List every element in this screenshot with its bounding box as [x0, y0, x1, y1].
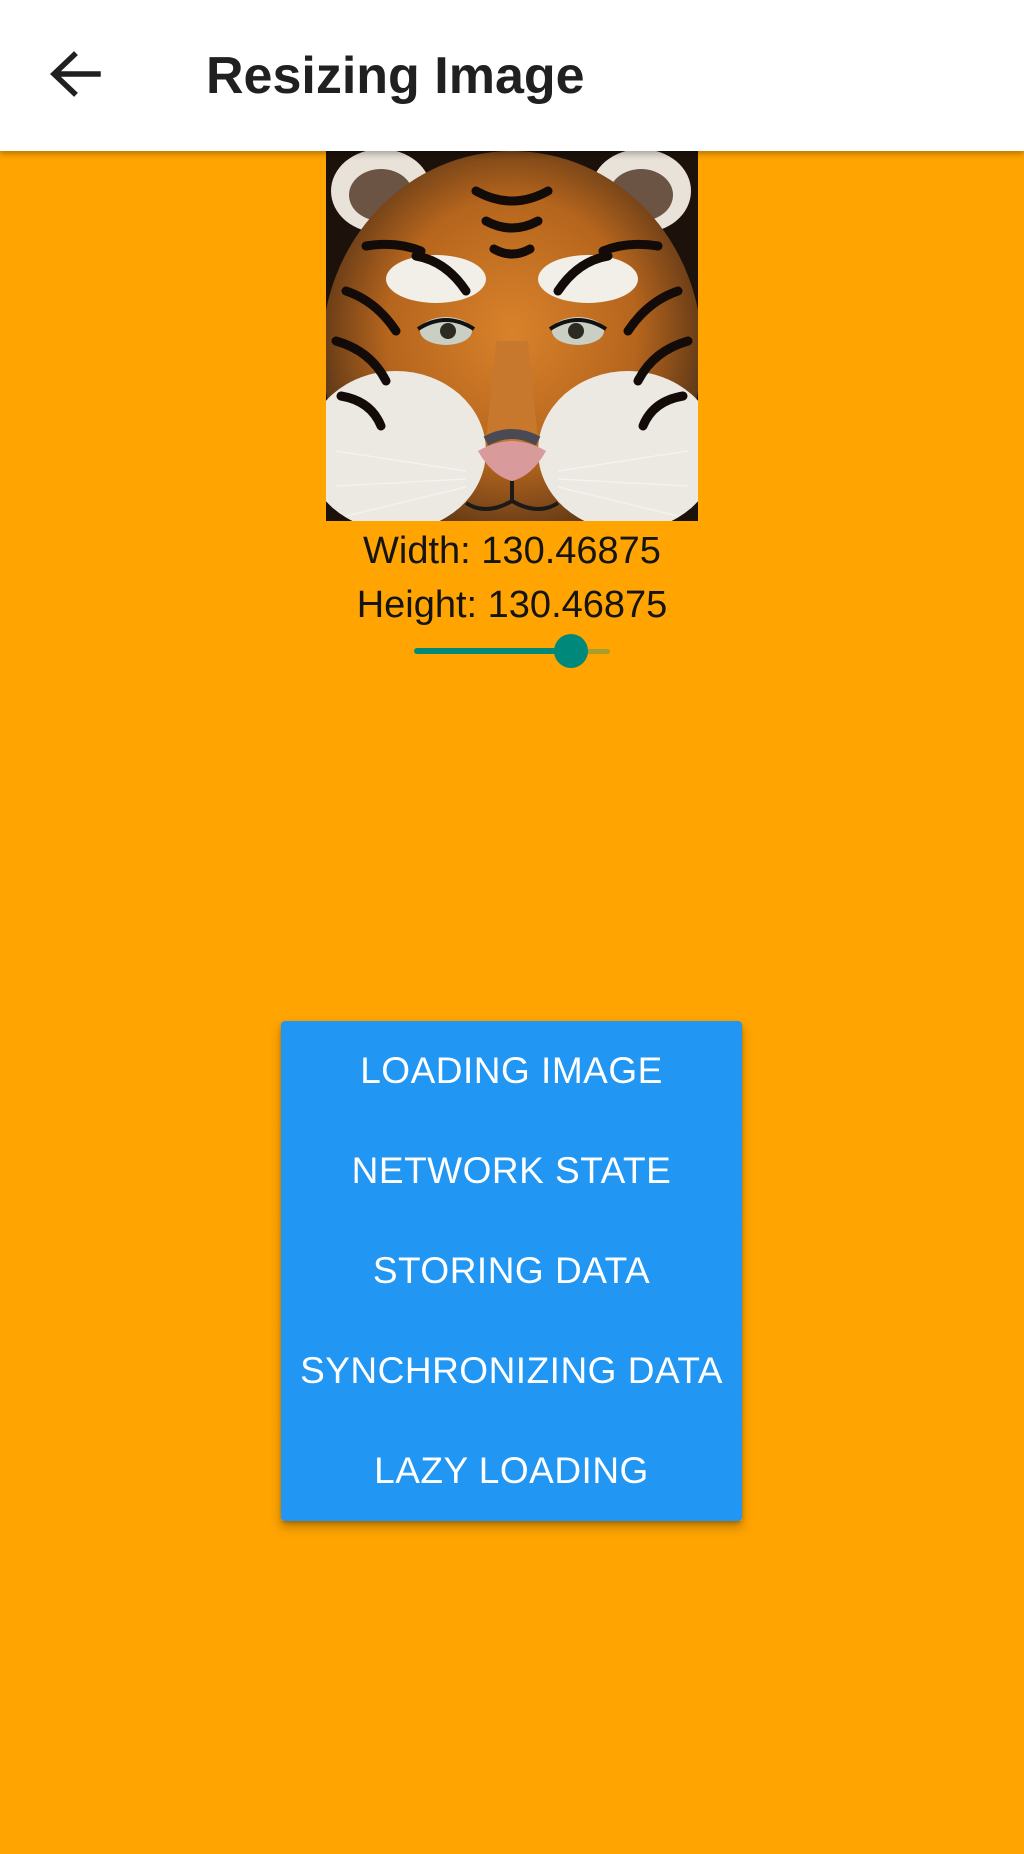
height-label: Height: 130.46875 — [356, 584, 668, 626]
arrow-left-icon — [50, 51, 101, 97]
page-title: Resizing Image — [206, 47, 585, 105]
width-label: Width: 130.46875 — [363, 530, 661, 572]
loading-image-button[interactable]: LOADING IMAGE — [281, 1021, 742, 1121]
back-button[interactable] — [36, 38, 112, 114]
slider-active-track — [414, 648, 571, 654]
navigation-button-group: LOADING IMAGE NETWORK STATE STORING DATA… — [281, 1021, 742, 1521]
slider-thumb[interactable] — [554, 634, 588, 668]
network-state-button[interactable]: NETWORK STATE — [281, 1121, 742, 1221]
size-slider[interactable] — [414, 631, 610, 671]
main-content: Width: 130.46875 Height: 130.46875 LOADI… — [0, 151, 1024, 1854]
synchronizing-data-button[interactable]: SYNCHRONIZING DATA — [281, 1321, 742, 1421]
app-bar: Resizing Image — [0, 0, 1024, 151]
tiger-image — [326, 151, 698, 521]
lazy-loading-button[interactable]: LAZY LOADING — [281, 1421, 742, 1521]
storing-data-button[interactable]: STORING DATA — [281, 1221, 742, 1321]
